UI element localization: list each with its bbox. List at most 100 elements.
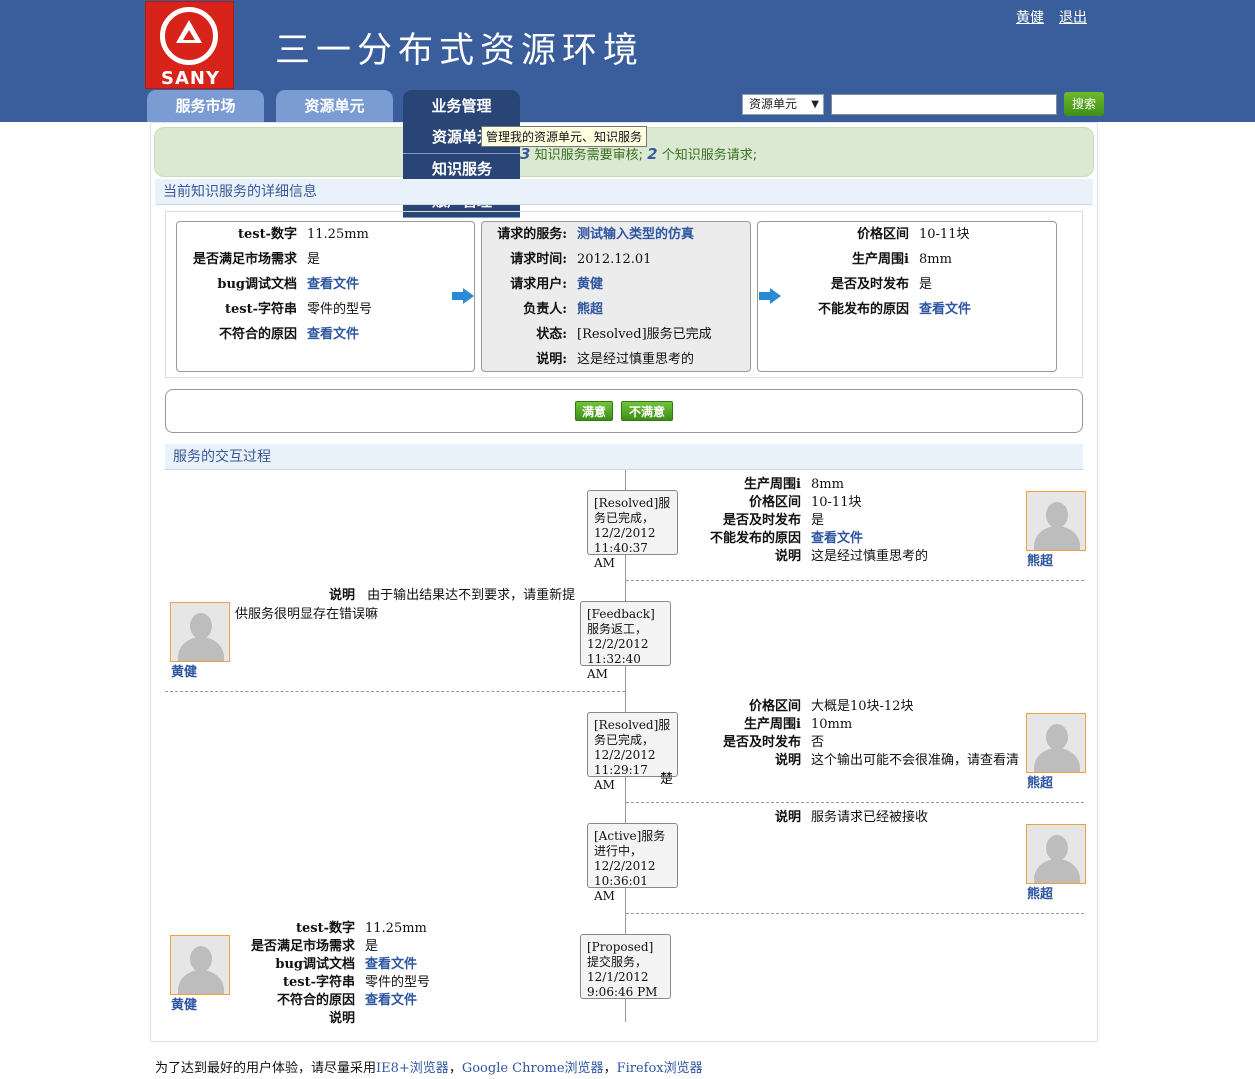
avatar[interactable] [1026, 713, 1086, 773]
avatar-head-icon [1046, 502, 1068, 528]
event-value: 大概是10块-12块 [811, 699, 914, 714]
detail-mid-value: 这是经过慎重思考的 [577, 352, 695, 367]
unsatisfied-button[interactable]: 不满意 [621, 401, 673, 421]
notice-count-review[interactable]: 3 [520, 145, 530, 163]
view-file-link[interactable]: 查看文件 [307, 273, 359, 292]
detail-right-value: 8mm [919, 252, 952, 267]
request-user-link[interactable]: 黄健 [577, 273, 603, 292]
event-value: 零件的型号 [365, 975, 431, 990]
detail-right-value: 10-11块 [919, 227, 970, 242]
event-key: 不符合的原因 [276, 993, 355, 1008]
user-name-link[interactable]: 黄健 [171, 661, 197, 680]
tab-business-management[interactable]: 业务管理 [403, 90, 520, 122]
detail-mid-key: 负责人: [523, 302, 567, 317]
event-key: 价格区间 [748, 699, 801, 714]
detail-mid-key: 请求的服务: [497, 227, 567, 242]
arrow-right-icon [452, 288, 474, 304]
tab-service-market[interactable]: 服务市场 [147, 90, 264, 122]
user-name-link[interactable]: 熊超 [1027, 550, 1053, 569]
detail-left-value: 零件的型号 [307, 302, 373, 317]
event-key: 说明 [774, 753, 801, 768]
avatar[interactable] [170, 935, 230, 995]
event-value: 这是经过慎重思考的 [811, 549, 929, 564]
event-value: 是 [365, 939, 379, 954]
avatar-body-icon [1034, 526, 1080, 550]
notice-count-request[interactable]: 2 [647, 145, 657, 163]
tab-resource-unit[interactable]: 资源单元 [276, 90, 393, 122]
status-bubble: [Active]服务进行中，12/2/2012 10:36:01 AM [587, 823, 678, 903]
detail-left-key: test-数字 [238, 227, 297, 242]
view-file-link[interactable]: 查看文件 [919, 298, 971, 317]
detail-right-key: 价格区间 [856, 227, 909, 242]
event-value: 11.25mm [365, 921, 427, 936]
detail-right-value: 是 [919, 277, 933, 292]
status-bubble: [Proposed]提交服务，12/1/2012 9:06:46 PM [580, 934, 671, 999]
user-name-link[interactable]: 熊超 [1027, 772, 1053, 791]
detail-left-key: test-字符串 [225, 302, 297, 317]
detail-right-key: 生产周围i [852, 252, 909, 267]
event-value: 8mm [811, 477, 844, 492]
notice-text-request: 个知识服务请求; [661, 148, 758, 163]
event-key: 说明 [328, 1011, 355, 1026]
event-key: test-字符串 [283, 975, 355, 990]
search-input[interactable] [831, 94, 1057, 115]
logo-triangle-inner [183, 30, 195, 40]
view-file-link[interactable]: 查看文件 [365, 989, 417, 1008]
firefox-browser-link[interactable]: Firefox浏览器 [617, 1061, 703, 1076]
event-key: 不能发布的原因 [709, 531, 801, 546]
avatar-body-icon [178, 970, 224, 994]
avatar[interactable] [1026, 824, 1086, 884]
event-value: 是 [811, 513, 825, 528]
avatar[interactable] [170, 602, 230, 662]
user-link[interactable]: 黄健 [1016, 7, 1044, 27]
separator [626, 802, 1084, 803]
view-file-link[interactable]: 查看文件 [307, 323, 359, 342]
search-category-select[interactable]: 资源单元 ▼ [742, 94, 824, 115]
notice-text-review: 知识服务需要审核; [534, 148, 643, 163]
event-key: 说明 [328, 588, 355, 603]
separator [626, 913, 1084, 914]
user-name-link[interactable]: 熊超 [1027, 883, 1053, 902]
detail-mid-key: 说明: [536, 352, 567, 367]
search-button[interactable]: 搜索 [1064, 92, 1104, 116]
avatar-body-icon [178, 637, 224, 661]
event-key: 是否满足市场需求 [250, 939, 355, 954]
avatar-body-icon [1034, 859, 1080, 883]
avatar[interactable] [1026, 491, 1086, 551]
avatar-body-icon [1034, 748, 1080, 772]
user-name-link[interactable]: 黄健 [171, 994, 197, 1013]
status-value: [Resolved]服务已完成 [577, 327, 712, 342]
arrow-right-icon [759, 288, 781, 304]
detail-left-value: 是 [307, 252, 321, 267]
requested-service-link[interactable]: 测试输入类型的仿真 [577, 223, 694, 242]
sany-logo[interactable]: SANY [145, 1, 234, 89]
footer-text: 为了达到最好的用户体验，请尽量采用 [155, 1061, 377, 1076]
view-file-link[interactable]: 查看文件 [811, 527, 863, 546]
logout-link[interactable]: 退出 [1059, 7, 1087, 27]
event-key: 生产周围i [744, 717, 801, 732]
event-key: 说明 [774, 549, 801, 564]
detail-section-title: 当前知识服务的详细信息 [155, 179, 1093, 205]
footer-sep: ， [603, 1061, 617, 1076]
event-key: 价格区间 [748, 495, 801, 510]
owner-link[interactable]: 熊超 [577, 298, 603, 317]
event-value: 否 [811, 735, 825, 750]
event-value: 服务请求已经被接收 [811, 810, 929, 825]
event-key: bug调试文档 [275, 957, 355, 972]
ie-browser-link[interactable]: IE8+浏览器 [376, 1061, 449, 1076]
chrome-browser-link[interactable]: Google Chrome浏览器 [462, 1061, 604, 1076]
event-key: 是否及时发布 [722, 513, 801, 528]
search-select-value: 资源单元 [749, 97, 798, 111]
detail-left-key: 不符合的原因 [218, 327, 297, 342]
footer: 为了达到最好的用户体验，请尽量采用IE8+浏览器 ，Google Chrome浏览… [155, 1057, 703, 1076]
avatar-head-icon [190, 946, 212, 972]
satisfied-button[interactable]: 满意 [575, 401, 613, 421]
site-title: 三一分布式资源环境 [275, 31, 645, 71]
detail-input-box [176, 221, 475, 372]
logo-text: SANY [161, 68, 220, 89]
view-file-link[interactable]: 查看文件 [365, 953, 417, 972]
detail-mid-key: 请求用户: [510, 277, 567, 292]
separator [165, 691, 625, 692]
avatar-head-icon [190, 613, 212, 639]
avatar-head-icon [1046, 724, 1068, 750]
